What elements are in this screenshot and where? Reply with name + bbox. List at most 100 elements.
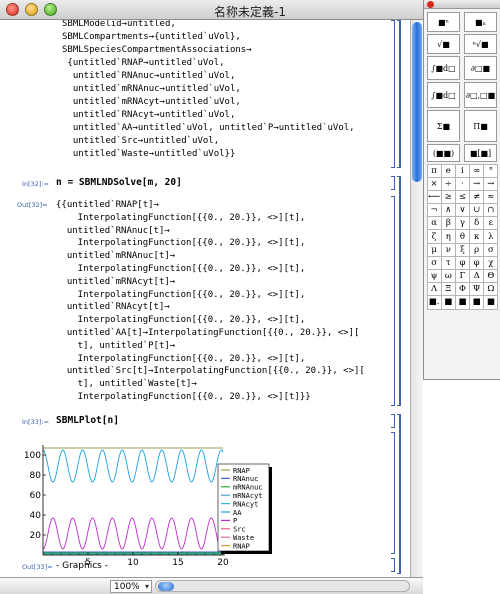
zoom-select[interactable]: 100% ▾ [110,580,152,593]
palette-symbol-button[interactable]: ≈ [483,189,499,205]
palette-symbol-button[interactable]: ° [483,163,499,178]
out33-output[interactable]: - Graphics - [56,560,108,572]
in32-input[interactable]: n = SBMLNDSolve[m, 20] [56,177,182,189]
palette-template-button[interactable]: ⁿ√■ [464,34,497,54]
sbml-plot[interactable]: 5 10 15 2020406080100RNAPRNAnucmRNAnucmRNAc… [25,440,275,570]
palette-template-button[interactable]: ∂□■ [464,56,497,80]
status-bar: 100% ▾ [0,577,423,594]
palette-symbol-button[interactable]: ■. [426,295,442,310]
palette-symbol-button[interactable]: ¬ [426,203,442,218]
close-icon[interactable] [427,1,434,8]
palette-symbol-button[interactable]: ∞ [469,163,485,178]
palette-symbol-button[interactable]: Ω [483,282,499,297]
palette-symbol-button[interactable]: ≤ [454,189,471,205]
horizontal-scrollbar[interactable] [155,580,410,592]
palette-template-button[interactable]: Π■ [464,110,497,142]
cell-bracket[interactable] [391,176,395,190]
palette-symbol-button[interactable]: ■ [454,295,471,310]
palette-symbol-button[interactable]: ÷ [440,176,456,191]
palette-symbol-button[interactable]: ■ [440,295,456,310]
palette-symbol-button[interactable]: χ [483,255,499,270]
cell-bracket[interactable] [391,20,395,168]
palette-symbol-button[interactable]: φ [454,255,471,270]
palette-symbol-button[interactable]: λ [483,229,499,244]
output-line: untitled`Src[t]→InterpolatingFunction[{{… [56,366,365,377]
palette-symbol-button[interactable]: ≥ [440,189,456,205]
vertical-scroll-thumb[interactable] [412,22,422,182]
palette-symbol-button[interactable]: τ [440,255,456,270]
notebook-content[interactable]: SBMLModelid→untitled, SBMLCompartments→{u… [0,20,410,577]
palette-title-bar[interactable] [424,0,500,9]
palette-symbol-button[interactable]: e [440,163,456,178]
palette-symbol-button[interactable]: → [483,176,499,191]
palette-symbol-button[interactable]: β [440,216,456,231]
palette-symbol-button[interactable]: Λ [426,282,442,297]
palette-template-button[interactable]: ■[■] [464,144,497,162]
cell-bracket[interactable] [391,558,395,572]
palette-template-button[interactable]: (■■) [427,144,460,162]
palette-symbol-button[interactable]: ∩ [483,203,499,218]
palette-symbol-button[interactable]: ν [440,242,456,257]
palette-symbol-button[interactable]: π [426,163,442,178]
palette-symbol-button[interactable]: γ [454,216,471,231]
palette-template-button[interactable]: ∫■d□ [427,82,460,108]
cell-bracket[interactable] [391,414,395,428]
cell-bracket[interactable] [391,432,395,554]
palette-symbol-button[interactable]: Δ [469,269,485,284]
vertical-scrollbar[interactable] [410,20,423,577]
palette-symbol-button[interactable]: ⟵ [426,189,442,205]
output-line: InterpolatingFunction[{{0., 20.}}, <>][t… [56,392,311,402]
palette-template-button[interactable]: ∂□,□■ [464,82,497,108]
palette-symbol-button[interactable]: → [469,176,485,191]
palette-symbol-button[interactable]: θ [454,229,471,244]
group-bracket[interactable] [397,414,401,574]
palette-symbol-button[interactable]: α [426,216,442,231]
palette-template-button[interactable]: ∫■d□ [427,56,460,80]
palette-symbol-button[interactable]: · [454,176,471,191]
palette-symbol-button[interactable]: ρ [469,242,485,257]
palette-symbol-button[interactable]: ∧ [440,203,456,218]
palette-symbol-button[interactable]: η [440,229,456,244]
palette-symbol-button[interactable]: φ [469,255,485,270]
palette-symbol-button[interactable]: ε [483,216,499,231]
palette-symbol-button[interactable]: ∨ [454,203,471,218]
palette-symbol-button[interactable]: Ξ [440,282,456,297]
palette-template-button[interactable]: ■ⁿ [427,12,460,32]
legend-label: RNAP [233,542,250,550]
legend-label: P [233,517,237,525]
group-bracket[interactable] [397,176,401,406]
palette-symbol-button[interactable]: κ [469,229,485,244]
palette-symbol-button[interactable]: μ [426,242,442,257]
cell-bracket[interactable] [391,196,395,406]
palette-symbol-button[interactable]: ■ [483,295,499,310]
palette-symbol-button[interactable]: ∪ [469,203,485,218]
output-line: InterpolatingFunction[{{0., 20.}}, <>][t… [56,315,306,326]
palette-symbol-button[interactable]: σ [426,255,442,270]
palette-symbol-button[interactable]: ≠ [469,189,485,205]
palette-symbol-button[interactable]: ζ [426,229,442,244]
palette-symbol-button[interactable]: i [454,163,471,178]
palette-symbol-button[interactable]: Γ [454,269,471,284]
palette-symbol-button[interactable]: ω [440,269,456,284]
output-line: untitled`RNAcyt→untitled`uVol, [62,110,236,120]
palette-template-button[interactable]: ■ₙ [464,12,497,32]
out32-label: Out[32]= [17,201,48,209]
palette-symbol-button[interactable]: ξ [454,242,471,257]
palette-symbol-button[interactable]: Ψ [469,282,485,297]
palette-symbol-button[interactable]: σ [483,242,499,257]
in33-input[interactable]: SBMLPlot[n] [56,415,119,427]
palette-symbol-button[interactable]: Φ [454,282,471,297]
legend-label: mRNAnuc [233,484,263,492]
output-line: untitled`RNAcyt[t]→ [56,302,170,313]
output-line: InterpolatingFunction[{{0., 20.}}, <>][t… [56,289,306,300]
palette-template-button[interactable]: √■ [427,34,460,54]
palette-template-button[interactable]: Σ■ [427,110,460,142]
palette-symbol-button[interactable]: × [426,176,442,191]
palette-symbol-button[interactable]: δ [469,216,485,231]
palette-symbol-button[interactable]: ψ [426,269,442,284]
group-bracket[interactable] [397,20,401,168]
palette-symbol-button[interactable]: Θ [483,269,499,284]
horizontal-scroll-thumb[interactable] [158,582,174,591]
palette-symbol-button[interactable]: ■ [469,295,485,310]
x-tick-label: 10 [127,558,139,568]
